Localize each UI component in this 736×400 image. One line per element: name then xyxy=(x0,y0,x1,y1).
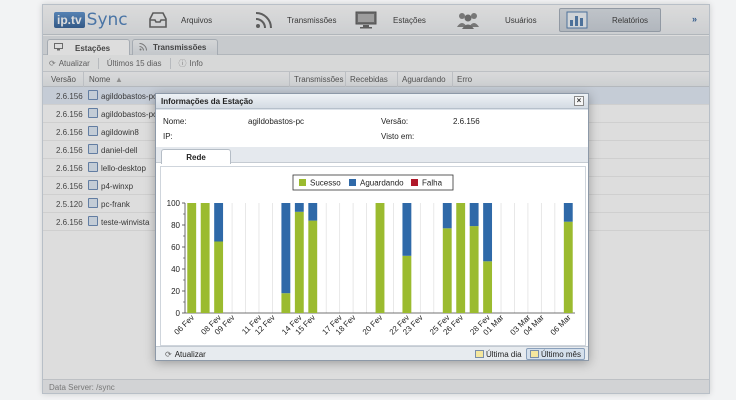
calendar-icon xyxy=(530,350,539,358)
y-tick-label: 20 xyxy=(171,287,180,296)
legend-label: Sucesso xyxy=(310,179,341,188)
bar-segment xyxy=(402,203,412,256)
bar-segment xyxy=(308,203,318,221)
legend-swatch xyxy=(349,179,356,186)
dialog-footer: ⟳ Atualizar Última dia Último mês xyxy=(156,346,588,360)
bar-segment xyxy=(214,203,224,242)
bar-segment xyxy=(402,255,412,313)
refresh-icon: ⟳ xyxy=(165,349,172,359)
close-icon[interactable]: × xyxy=(574,96,584,106)
bar-segment xyxy=(200,203,210,313)
bar-segment xyxy=(483,261,493,313)
bar-segment xyxy=(563,221,573,313)
legend-label: Falha xyxy=(422,179,443,188)
bar-segment xyxy=(281,293,291,313)
last-month-button[interactable]: Último mês xyxy=(526,348,586,360)
dialog-body: Nome: agildobastos-pc Versão: 2.6.156 IP… xyxy=(156,110,588,348)
bar-segment xyxy=(187,203,197,313)
calendar-icon xyxy=(475,350,484,358)
bar-segment xyxy=(469,203,479,227)
tab-rede[interactable]: Rede xyxy=(161,149,231,164)
bar-segment xyxy=(214,241,224,313)
last-day-label: Última dia xyxy=(486,349,522,359)
dialog-title: Informações da Estação xyxy=(161,97,254,106)
name-label: Nome: xyxy=(163,117,187,126)
last-day-button[interactable]: Última dia xyxy=(472,348,525,360)
y-tick-label: 60 xyxy=(171,243,180,252)
x-tick-label: 20 Fev xyxy=(361,313,385,337)
dialog-title-bar: Informações da Estação × xyxy=(156,94,588,109)
bar-segment xyxy=(281,203,291,294)
version-value: 2.6.156 xyxy=(453,117,480,126)
station-info-dialog: Informações da Estação × Nome: agildobas… xyxy=(155,93,589,361)
dialog-tab-bar: Rede xyxy=(156,147,588,164)
bar-segment xyxy=(308,220,318,313)
seen-label: Visto em: xyxy=(381,132,415,141)
legend-swatch xyxy=(299,179,306,186)
y-tick-label: 80 xyxy=(171,221,180,230)
network-chart: Sucesso Aguardando Falha 0 20 40 60 80 100 06 Fev… xyxy=(160,166,586,346)
bar-segment xyxy=(294,211,304,313)
bar-segment xyxy=(563,203,573,222)
x-tick-label: 06 Mar xyxy=(549,313,573,337)
dialog-refresh-button[interactable]: ⟳ Atualizar xyxy=(162,348,209,360)
last-month-label: Último mês xyxy=(541,349,582,359)
y-tick-label: 40 xyxy=(171,265,180,274)
bar-segment xyxy=(442,228,452,313)
y-tick-label: 0 xyxy=(176,309,181,318)
name-value: agildobastos-pc xyxy=(248,117,305,126)
bar-segment xyxy=(469,226,479,313)
bar-segment xyxy=(294,203,304,212)
chart-svg: Sucesso Aguardando Falha02040608010006 Fev… xyxy=(167,174,575,337)
legend-swatch xyxy=(411,179,418,186)
bar-segment xyxy=(483,203,493,262)
legend-label: Aguardando xyxy=(360,179,404,188)
dialog-refresh-label: Atualizar xyxy=(174,349,206,359)
y-tick-label: 100 xyxy=(167,199,181,208)
bar-segment xyxy=(456,203,466,313)
bar-segment xyxy=(375,203,385,313)
ip-label: IP: xyxy=(163,132,173,141)
bar-segment xyxy=(442,203,452,229)
version-label: Versão: xyxy=(381,117,409,126)
